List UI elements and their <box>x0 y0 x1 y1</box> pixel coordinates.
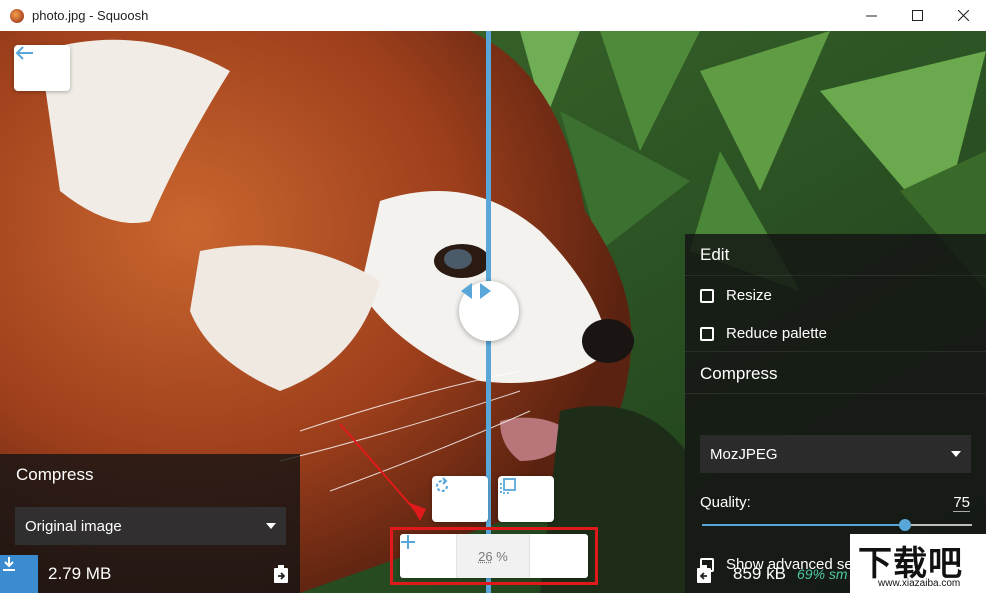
quality-label: Quality: <box>700 494 751 511</box>
title-bar: photo.jpg - Squoosh <box>0 0 986 32</box>
close-button[interactable] <box>940 0 986 31</box>
download-original-button[interactable] <box>0 555 38 593</box>
toggle-background-button[interactable] <box>498 476 554 522</box>
split-arrows-icon <box>461 283 491 299</box>
copy-settings-icon <box>274 565 288 583</box>
chevron-down-icon <box>951 451 961 457</box>
reduce-palette-option[interactable]: Reduce palette <box>700 325 827 342</box>
original-file-size: 2.79 MB <box>48 564 112 583</box>
back-button[interactable] <box>14 45 70 91</box>
separator <box>685 393 986 394</box>
left-footer: 2.79 MB <box>0 555 300 593</box>
split-handle[interactable] <box>459 281 519 341</box>
rotate-button[interactable] <box>432 476 488 522</box>
squoosh-app-icon <box>10 8 24 23</box>
arrow-left-icon <box>15 46 33 60</box>
quality-slider-fill <box>702 524 905 526</box>
annotation-highlight-box <box>390 527 598 585</box>
size-savings: 69% sm <box>797 566 848 582</box>
codec-value: MozJPEG <box>710 445 778 463</box>
left-compress-heading: Compress <box>16 465 94 484</box>
compress-heading: Compress <box>700 364 778 383</box>
left-compress-panel: Compress Original image 2.79 MB <box>0 454 300 593</box>
minimize-button[interactable] <box>848 0 894 31</box>
copy-settings-icon <box>697 565 711 583</box>
reduce-palette-label: Reduce palette <box>726 325 827 342</box>
separator <box>685 275 986 276</box>
watermark-logo: 下载吧 www.xiazaiba.com <box>850 534 986 593</box>
resize-option[interactable]: Resize <box>700 287 772 304</box>
minimize-icon <box>865 15 877 17</box>
quality-slider[interactable] <box>702 519 972 531</box>
close-icon <box>957 10 969 21</box>
quality-slider-thumb[interactable] <box>898 519 911 531</box>
watermark-url: www.xiazaiba.com <box>878 578 961 589</box>
left-method-value: Original image <box>25 517 122 535</box>
window-controls <box>848 0 986 31</box>
resize-checkbox[interactable] <box>700 288 714 303</box>
reduce-palette-checkbox[interactable] <box>700 326 714 341</box>
image-canvas[interactable]: Compress Original image 2.79 MB 26 % Edi… <box>0 31 986 593</box>
chevron-down-icon <box>266 523 276 529</box>
background-toggle-icon <box>500 478 516 494</box>
download-icon <box>3 557 15 571</box>
output-file-size: 859 kB <box>733 564 786 583</box>
maximize-icon <box>911 10 923 21</box>
resize-label: Resize <box>726 287 772 304</box>
window-title: photo.jpg - Squoosh <box>32 8 149 23</box>
maximize-button[interactable] <box>894 0 940 31</box>
left-method-select[interactable]: Original image <box>15 507 286 545</box>
separator <box>685 351 986 352</box>
codec-select[interactable]: MozJPEG <box>700 435 971 473</box>
rotate-icon <box>436 477 448 492</box>
edit-heading: Edit <box>700 245 730 264</box>
quality-value[interactable]: 75 <box>953 494 970 512</box>
